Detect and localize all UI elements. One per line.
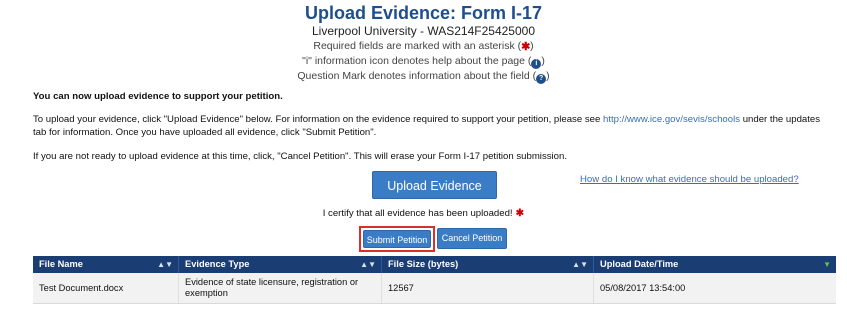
info-note-text: "i" information icon denotes help about …: [302, 55, 532, 67]
evidence-table: File Name ▲▼ Evidence Type ▲▼ File Size (b…: [33, 256, 836, 304]
sort-icon[interactable]: ▲▼: [157, 256, 173, 273]
asterisk-icon: ✱: [515, 208, 524, 219]
question-note-close: ): [546, 70, 550, 82]
upload-instructions: To upload your evidence, click "Upload E…: [33, 114, 833, 139]
ice-sevis-link[interactable]: http://www.ice.gov/sevis/schools: [603, 114, 740, 125]
submit-petition-button[interactable]: Submit Petition: [363, 230, 431, 248]
asterisk-icon: ✱: [521, 41, 531, 53]
page-header: Upload Evidence: Form I-17 Liverpool Uni…: [0, 0, 847, 84]
table-row: Test Document.docx Evidence of state lic…: [33, 273, 836, 304]
sort-icon[interactable]: ▲▼: [360, 256, 376, 273]
column-label: File Size (bytes): [388, 259, 459, 269]
cancel-petition-button[interactable]: Cancel Petition: [437, 228, 507, 249]
question-note-text: Question Mark denotes information about …: [297, 70, 537, 82]
cell-upload-date: 05/08/2017 13:54:00: [600, 282, 686, 293]
required-note: Required fields are marked with an aster…: [0, 39, 847, 54]
column-header-file-name[interactable]: File Name ▲▼: [33, 256, 179, 273]
question-note: Question Mark denotes information about …: [0, 69, 847, 84]
sort-icon[interactable]: ▲▼: [572, 256, 588, 273]
evidence-help-link[interactable]: How do I know what evidence should be up…: [580, 174, 799, 185]
school-subtitle: Liverpool University - WAS214F25425000: [311, 24, 535, 38]
table-header: File Name ▲▼ Evidence Type ▲▼ File Size (b…: [33, 256, 836, 273]
column-header-evidence-type[interactable]: Evidence Type ▲▼: [179, 256, 382, 273]
column-label: Evidence Type: [185, 259, 250, 269]
sort-descending-icon[interactable]: ▼: [823, 256, 831, 273]
info-note: "i" information icon denotes help about …: [0, 54, 847, 69]
column-header-file-size[interactable]: File Size (bytes) ▲▼: [382, 256, 594, 273]
cancel-note: If you are not ready to upload evidence …: [33, 151, 568, 162]
column-label: Upload Date/Time: [600, 259, 679, 269]
upload-heading: You can now upload evidence to support y…: [33, 91, 283, 102]
submit-highlight: Submit Petition: [359, 226, 435, 252]
instructions-text-before: To upload your evidence, click "Upload E…: [33, 114, 603, 125]
cell-file-size: 12567: [382, 273, 594, 303]
question-mark-icon[interactable]: ?: [536, 74, 547, 84]
info-note-close: ): [541, 55, 545, 67]
cell-file-name: Test Document.docx: [33, 273, 179, 303]
column-label: File Name: [39, 259, 83, 269]
column-header-upload-date[interactable]: Upload Date/Time ▼: [594, 256, 836, 273]
cell-evidence-type: Evidence of state licensure, registratio…: [179, 273, 382, 303]
certify-text: I certify that all evidence has been upl…: [322, 208, 513, 219]
page-title: Upload Evidence: Form I-17: [304, 3, 543, 23]
upload-evidence-button[interactable]: Upload Evidence: [372, 171, 497, 199]
required-note-text: Required fields are marked with an aster…: [313, 40, 522, 52]
required-note-close: ): [530, 40, 534, 52]
info-icon[interactable]: i: [531, 59, 542, 69]
certify-statement: I certify that all evidence has been upl…: [0, 208, 847, 219]
